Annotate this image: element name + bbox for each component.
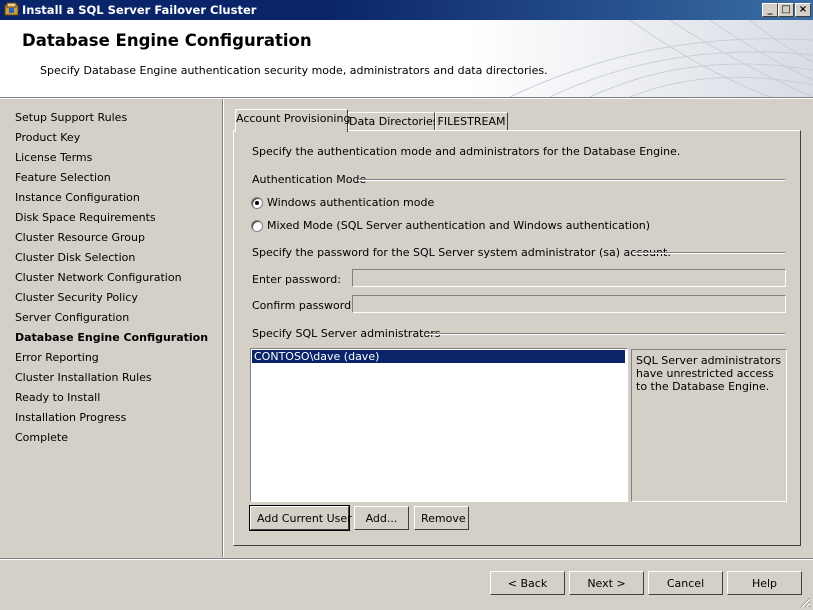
admins-divider bbox=[425, 333, 785, 335]
page-description: Specify Database Engine authentication s… bbox=[40, 64, 548, 77]
next-button[interactable]: Next > bbox=[569, 571, 644, 595]
add-current-user-button[interactable]: Add Current User bbox=[249, 505, 352, 531]
enter-password-label: Enter password: bbox=[252, 273, 341, 286]
nav-item-cluster-disk-selection[interactable]: Cluster Disk Selection bbox=[15, 251, 135, 264]
maximize-button[interactable]: □ bbox=[778, 3, 794, 17]
nav-item-license-terms[interactable]: License Terms bbox=[15, 151, 92, 164]
mixed-mode-label[interactable]: Mixed Mode (SQL Server authentication an… bbox=[267, 219, 650, 232]
nav-divider-highlight bbox=[223, 99, 224, 557]
auth-mode-label: Authentication Mode bbox=[252, 173, 367, 186]
tab-filestream[interactable]: FILESTREAM bbox=[435, 112, 508, 131]
nav-item-cluster-installation-rules[interactable]: Cluster Installation Rules bbox=[15, 371, 152, 384]
administrators-info-box: SQL Server administrators have unrestric… bbox=[631, 349, 787, 502]
mixed-mode-radio[interactable] bbox=[251, 220, 263, 232]
nav-item-instance-configuration[interactable]: Instance Configuration bbox=[15, 191, 140, 204]
nav-item-installation-progress[interactable]: Installation Progress bbox=[15, 411, 126, 424]
cancel-button[interactable]: Cancel bbox=[648, 571, 723, 595]
page-title: Database Engine Configuration bbox=[22, 31, 312, 50]
nav-item-complete[interactable]: Complete bbox=[15, 431, 68, 444]
nav-item-ready-to-install[interactable]: Ready to Install bbox=[15, 391, 100, 404]
sql-setup-icon bbox=[4, 2, 19, 16]
confirm-password-label: Confirm password: bbox=[252, 299, 355, 312]
header-divider-highlight bbox=[0, 98, 813, 99]
close-button[interactable]: × bbox=[795, 3, 811, 17]
tab-data-directories[interactable]: Data Directories bbox=[348, 112, 439, 131]
sa-password-label: Specify the password for the SQL Server … bbox=[252, 246, 671, 259]
enter-password-field[interactable] bbox=[352, 269, 786, 287]
nav-item-database-engine-configuration[interactable]: Database Engine Configuration bbox=[15, 331, 208, 344]
administrators-info-text: SQL Server administrators have unrestric… bbox=[636, 354, 781, 393]
page-header: Database Engine Configuration Specify Da… bbox=[0, 20, 813, 97]
nav-item-error-reporting[interactable]: Error Reporting bbox=[15, 351, 99, 364]
nav-item-feature-selection[interactable]: Feature Selection bbox=[15, 171, 111, 184]
nav-item-setup-support-rules[interactable]: Setup Support Rules bbox=[15, 111, 127, 124]
window-title: Install a SQL Server Failover Cluster bbox=[22, 3, 257, 17]
nav-item-product-key[interactable]: Product Key bbox=[15, 131, 80, 144]
nav-item-cluster-security-policy[interactable]: Cluster Security Policy bbox=[15, 291, 138, 304]
minimize-button[interactable]: _ bbox=[762, 3, 778, 17]
radio-selected-dot bbox=[255, 201, 259, 205]
remove-button[interactable]: Remove bbox=[414, 506, 469, 530]
windows-auth-radio[interactable] bbox=[251, 197, 263, 209]
nav-item-disk-space-requirements[interactable]: Disk Space Requirements bbox=[15, 211, 156, 224]
panel-intro: Specify the authentication mode and admi… bbox=[252, 145, 681, 158]
nav-item-cluster-resource-group[interactable]: Cluster Resource Group bbox=[15, 231, 145, 244]
header-decoration bbox=[470, 20, 813, 97]
tab-account-provisioning[interactable]: Account Provisioning bbox=[235, 109, 350, 132]
auth-mode-divider bbox=[358, 179, 785, 181]
administrators-list[interactable]: CONTOSO\dave (dave) bbox=[250, 348, 628, 502]
confirm-password-field[interactable] bbox=[352, 295, 786, 313]
back-button[interactable]: < Back bbox=[490, 571, 565, 595]
admins-label: Specify SQL Server administrators bbox=[252, 327, 441, 340]
nav-item-server-configuration[interactable]: Server Configuration bbox=[15, 311, 129, 324]
list-item[interactable]: CONTOSO\dave (dave) bbox=[252, 350, 625, 363]
add-button[interactable]: Add... bbox=[354, 506, 409, 530]
resize-grip-icon[interactable] bbox=[799, 596, 811, 608]
sa-password-divider bbox=[634, 252, 785, 254]
nav-item-cluster-network-configuration[interactable]: Cluster Network Configuration bbox=[15, 271, 182, 284]
footer-divider-highlight bbox=[0, 559, 813, 560]
windows-auth-label[interactable]: Windows authentication mode bbox=[267, 196, 434, 209]
help-button[interactable]: Help bbox=[727, 571, 802, 595]
